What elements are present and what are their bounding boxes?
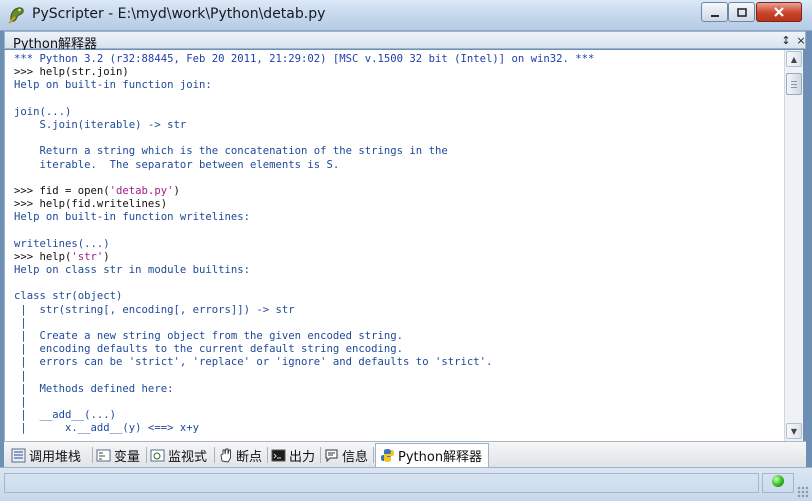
tab-variables[interactable]: 变量: [96, 444, 140, 466]
console-line: Help on built-in function writelines:: [14, 211, 250, 224]
terminal-icon: [271, 448, 286, 463]
maximize-button[interactable]: [728, 2, 755, 22]
minimize-button[interactable]: [701, 2, 728, 22]
status-panel-main: [4, 473, 759, 493]
interpreter-console[interactable]: *** Python 3.2 (r32:88445, Feb 20 2011, …: [4, 50, 785, 441]
call-stack-icon: [11, 448, 26, 463]
console-line: | Create a new string object from the gi…: [14, 329, 404, 342]
tab-separator: [214, 447, 215, 463]
scrollbar-thumb[interactable]: [786, 73, 802, 95]
close-icon: [773, 3, 785, 22]
tab-label: 信息: [342, 449, 369, 465]
console-line: >>> help(fid.writelines): [14, 198, 168, 211]
panel-close-icon[interactable]: ×: [794, 32, 808, 48]
scroll-up-button[interactable]: ▲: [786, 51, 802, 67]
console-line: | str(string[, encoding[, errors]]) -> s…: [14, 303, 295, 316]
pin-icon[interactable]: ↕: [779, 32, 793, 48]
tab-separator: [320, 447, 321, 463]
tab-breakpoints[interactable]: 断点: [218, 444, 262, 466]
resize-grip[interactable]: [797, 486, 809, 498]
status-bar: [0, 467, 812, 501]
status-indicator-icon: [772, 475, 784, 487]
triangle-down-icon: ▼: [790, 426, 798, 436]
console-line: iterable. The separator between elements…: [14, 158, 340, 171]
tab-label: 出力: [289, 449, 316, 465]
hand-stop-icon: [218, 448, 233, 463]
console-line: *** Python 3.2 (r32:88445, Feb 20 2011, …: [14, 53, 595, 65]
triangle-up-icon: ▲: [790, 54, 798, 64]
messages-icon: [324, 448, 339, 463]
tab-label: 调用堆栈: [29, 449, 82, 465]
console-line: >>> fid = open('detab.py'): [14, 184, 180, 197]
maximize-icon: [736, 3, 747, 22]
interpreter-panel-header: Python解释器 ↕ ×: [4, 31, 808, 52]
console-line: S.join(iterable) -> str: [14, 118, 187, 131]
console-line: |: [14, 395, 27, 408]
console-line: >>> help('str'): [14, 250, 110, 263]
console-line: class str(object): [14, 290, 123, 303]
console-line: | __add__(...): [14, 409, 117, 422]
console-line: join(...): [14, 105, 72, 118]
variables-icon: [96, 448, 111, 463]
scroll-down-button[interactable]: ▼: [786, 423, 802, 439]
tab-separator: [146, 447, 147, 463]
console-text[interactable]: *** Python 3.2 (r32:88445, Feb 20 2011, …: [14, 53, 594, 435]
console-line: >>> help(str.join): [14, 66, 129, 79]
console-line: | x.__add__(y) <==> x+y: [14, 422, 199, 435]
tab-call-stack[interactable]: 调用堆栈: [11, 444, 81, 466]
tab-messages[interactable]: 信息: [324, 444, 368, 466]
minimize-icon: [710, 3, 720, 22]
tab-separator: [92, 447, 93, 463]
console-line: | encoding defaults to the current defau…: [14, 343, 404, 356]
window-title: PyScripter - E:\myd\work\Python\detab.py: [32, 6, 326, 22]
title-bar: PyScripter - E:\myd\work\Python\detab.py: [0, 0, 812, 31]
console-line: | errors can be 'strict', 'replace' or '…: [14, 356, 493, 369]
console-line: |: [14, 316, 27, 329]
bottom-tab-bar: 调用堆栈 变量 监视式 断点 出力 信息 Python解释器: [4, 441, 806, 467]
tab-separator: [373, 447, 374, 463]
tab-separator: [267, 447, 268, 463]
console-line: | Methods defined here:: [14, 382, 174, 395]
tab-python-interpreter[interactable]: Python解释器: [375, 443, 490, 467]
tab-label: 监视式: [168, 449, 208, 465]
close-window-button[interactable]: [756, 2, 802, 22]
tab-watches[interactable]: 监视式: [150, 444, 207, 466]
tab-output[interactable]: 出力: [271, 444, 315, 466]
tab-label: 变量: [114, 449, 141, 465]
tab-label: Python解释器: [398, 450, 483, 465]
console-line: Return a string which is the concatenati…: [14, 145, 448, 158]
console-line: Help on class str in module builtins:: [14, 264, 250, 276]
vertical-scrollbar[interactable]: ▲ ▼: [784, 50, 803, 441]
console-line: Help on built-in function join:: [14, 79, 212, 92]
console-line: |: [14, 369, 27, 382]
console-line: writelines(...): [14, 237, 110, 250]
pyscripter-app-icon: [7, 5, 27, 25]
tab-label: 断点: [236, 449, 263, 465]
watches-icon: [150, 448, 165, 463]
python-icon: [380, 448, 395, 463]
